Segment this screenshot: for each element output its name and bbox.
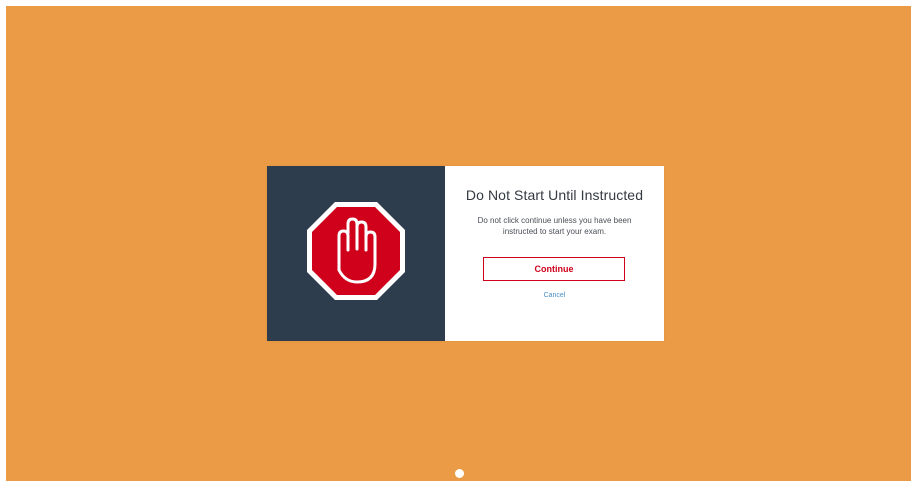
dialog-content: Do Not Start Until Instructed Do not cli… xyxy=(445,166,664,341)
dialog-title: Do Not Start Until Instructed xyxy=(465,187,644,203)
cancel-link[interactable]: Cancel xyxy=(445,292,664,299)
dialog-message: Do not click continue unless you have be… xyxy=(477,216,632,236)
page-background: Do Not Start Until Instructed Do not cli… xyxy=(6,6,911,481)
stop-hand-icon xyxy=(305,200,407,307)
page-indicator-dot xyxy=(455,469,464,478)
continue-button[interactable]: Continue xyxy=(483,257,625,281)
dialog-icon-panel xyxy=(267,166,445,341)
exam-start-dialog: Do Not Start Until Instructed Do not cli… xyxy=(267,166,664,341)
